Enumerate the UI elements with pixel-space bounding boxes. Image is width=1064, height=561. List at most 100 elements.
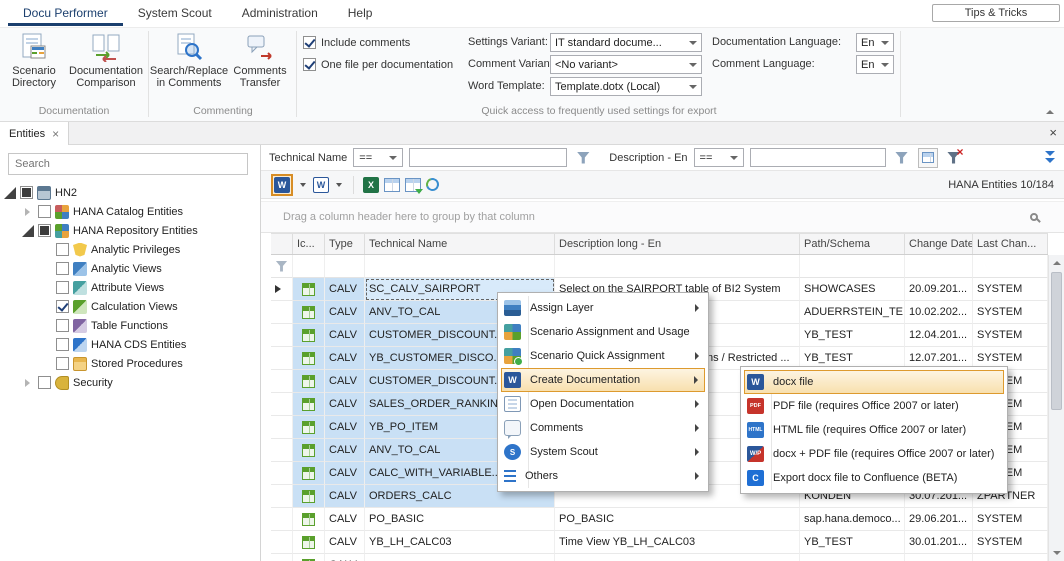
filter-cell[interactable]: [365, 255, 555, 278]
cell-last-changed[interactable]: SYSTEM: [973, 324, 1048, 347]
expander-icon[interactable]: [4, 187, 16, 199]
cell-change-date[interactable]: 30.01.201...: [905, 531, 973, 554]
cell-icon[interactable]: [293, 508, 325, 531]
cell-icon[interactable]: [293, 439, 325, 462]
documentation-language-select[interactable]: En: [856, 33, 894, 52]
grid-view-button[interactable]: [384, 178, 400, 192]
scenario-directory-button[interactable]: Scenario Directory: [2, 30, 66, 102]
context-menu-item-system-scout[interactable]: System Scout: [501, 440, 705, 464]
cell-icon[interactable]: [293, 278, 325, 301]
filter-cell[interactable]: [325, 255, 365, 278]
context-menu-item-scenario-quick-assignment[interactable]: Scenario Quick Assignment: [501, 344, 705, 368]
cell-description[interactable]: Time View YB_LH_CALC03: [555, 531, 800, 554]
checkbox-hn2[interactable]: [20, 186, 33, 199]
open-doc-dropdown-caret-icon[interactable]: [336, 183, 342, 187]
expander-icon[interactable]: [22, 225, 34, 237]
cell-type[interactable]: CALV: [325, 485, 365, 508]
checkbox-analytic-views[interactable]: [56, 262, 69, 275]
submenu-item-html-file-requires-office-2007-or-later[interactable]: HTML file (requires Office 2007 or later…: [744, 418, 1004, 442]
checkbox-attribute-views[interactable]: [56, 281, 69, 294]
table-row[interactable]: CALV: [271, 554, 1048, 561]
cell-change-date[interactable]: 29.06.201...: [905, 508, 973, 531]
column-header-change-date[interactable]: Change Date: [905, 234, 973, 254]
cell-type[interactable]: CALV: [325, 393, 365, 416]
cell-type[interactable]: CALV: [325, 462, 365, 485]
cell-path[interactable]: SHOWCASES: [800, 278, 905, 301]
row-indicator-cell[interactable]: [271, 531, 293, 554]
clear-filter-button[interactable]: [944, 148, 964, 168]
settings-variant-select[interactable]: IT standard docume...: [550, 33, 702, 52]
context-menu-item-open-documentation[interactable]: Open Documentation: [501, 392, 705, 416]
submenu-item-docx-file[interactable]: docx file: [744, 370, 1004, 394]
filter-editor-button[interactable]: [918, 148, 938, 168]
cell-path[interactable]: YB_TEST: [800, 324, 905, 347]
cell-type[interactable]: CALV: [325, 508, 365, 531]
tab-close-icon[interactable]: ×: [52, 129, 59, 139]
checkbox-hana-catalog-entities[interactable]: [38, 205, 51, 218]
cell-icon[interactable]: [293, 347, 325, 370]
cell-icon[interactable]: [293, 324, 325, 347]
context-menu-item-others[interactable]: Others: [501, 464, 705, 488]
ribbon-collapse-icon[interactable]: [1044, 108, 1056, 118]
technical-name-operator-select[interactable]: ==: [353, 148, 403, 167]
cell-icon[interactable]: [293, 531, 325, 554]
cell-last-changed[interactable]: [973, 554, 1048, 561]
one-file-per-documentation-checkbox[interactable]: [303, 58, 316, 71]
comment-language-select[interactable]: En: [856, 55, 894, 74]
context-menu-item-scenario-assignment-and-usage[interactable]: Scenario Assignment and Usage: [501, 320, 705, 344]
scroll-down-icon[interactable]: [1049, 545, 1064, 561]
documentation-comparison-button[interactable]: Documentation Comparison: [67, 30, 145, 102]
docx-dropdown-caret-icon[interactable]: [300, 183, 306, 187]
context-menu-item-create-documentation[interactable]: Create Documentation: [501, 368, 705, 392]
auto-filter-cell[interactable]: [271, 255, 293, 278]
filter-cell[interactable]: [293, 255, 325, 278]
tree-item-hn2[interactable]: HN2: [0, 183, 260, 202]
filter-cell[interactable]: [905, 255, 973, 278]
filter-panel-expander-icon[interactable]: [1042, 150, 1058, 166]
submenu-item-pdf-file-requires-office-2007-or-later[interactable]: PDF file (requires Office 2007 or later): [744, 394, 1004, 418]
menu-docu-performer[interactable]: Docu Performer: [8, 2, 123, 26]
row-indicator-cell[interactable]: [271, 416, 293, 439]
cell-type[interactable]: CALV: [325, 416, 365, 439]
cell-type[interactable]: CALV: [325, 531, 365, 554]
vertical-scrollbar[interactable]: [1048, 255, 1064, 561]
cell-last-changed[interactable]: SYSTEM: [973, 531, 1048, 554]
cell-path[interactable]: ADUERRSTEIN_TE...: [800, 301, 905, 324]
cell-change-date[interactable]: 20.09.201...: [905, 278, 973, 301]
comments-transfer-button[interactable]: Comments Transfer: [229, 30, 291, 102]
checkbox-security[interactable]: [38, 376, 51, 389]
technical-name-filter-edit-icon[interactable]: [573, 148, 593, 168]
search-input[interactable]: [8, 153, 248, 175]
tree-item-security[interactable]: Security: [0, 373, 260, 392]
comment-variant-select[interactable]: <No variant>: [550, 55, 702, 74]
cell-type[interactable]: CALV: [325, 301, 365, 324]
row-indicator-cell[interactable]: [271, 278, 293, 301]
row-indicator-cell[interactable]: [271, 462, 293, 485]
column-header-ic[interactable]: Ic...: [293, 234, 325, 254]
cell-path[interactable]: YB_TEST: [800, 531, 905, 554]
cell-icon[interactable]: [293, 554, 325, 561]
cell-change-date[interactable]: 12.04.201...: [905, 324, 973, 347]
row-indicator-cell[interactable]: [271, 554, 293, 561]
cell-type[interactable]: CALV: [325, 278, 365, 301]
row-indicator-cell[interactable]: [271, 324, 293, 347]
cell-description[interactable]: [555, 554, 800, 561]
menu-system-scout[interactable]: System Scout: [123, 2, 227, 26]
tree-item-stored-procedures[interactable]: Stored Procedures: [0, 354, 260, 373]
tree-item-hana-cds-entities[interactable]: HANA CDS Entities: [0, 335, 260, 354]
include-comments-checkbox[interactable]: [303, 36, 316, 49]
submenu-item-docx-pdf-file-requires-office-2007-or-later[interactable]: docx + PDF file (requires Office 2007 or…: [744, 442, 1004, 466]
context-menu-item-comments[interactable]: Comments: [501, 416, 705, 440]
cell-last-changed[interactable]: SYSTEM: [973, 278, 1048, 301]
tree-item-table-functions[interactable]: Table Functions: [0, 316, 260, 335]
search-icon[interactable]: [1030, 213, 1038, 221]
column-header-type[interactable]: Type: [325, 234, 365, 254]
row-indicator-cell[interactable]: [271, 301, 293, 324]
row-indicator-cell[interactable]: [271, 370, 293, 393]
tips-tricks-button[interactable]: Tips & Tricks: [932, 4, 1060, 22]
table-row[interactable]: CALVYB_LH_CALC03Time View YB_LH_CALC03YB…: [271, 531, 1048, 554]
submenu-item-export-docx-file-to-confluence-beta[interactable]: Export docx file to Confluence (BETA): [744, 466, 1004, 490]
excel-export-button[interactable]: [363, 177, 379, 193]
scrollbar-thumb[interactable]: [1051, 272, 1062, 410]
row-indicator-cell[interactable]: [271, 485, 293, 508]
